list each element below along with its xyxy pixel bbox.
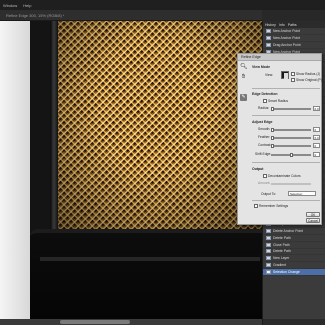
status-bar <box>0 319 262 325</box>
history-item-label: Delete Anchor Point <box>273 228 303 233</box>
microphone-rim <box>50 21 58 241</box>
microphone-base <box>30 229 262 319</box>
zoom-tool-icon[interactable]: 🔍︎ <box>240 64 248 71</box>
history-item-label: Selection Change <box>273 270 300 275</box>
history-state-icon <box>266 235 271 240</box>
history-item-label: Delete Path <box>273 235 291 240</box>
history-state-icon <box>266 28 271 33</box>
history-item[interactable]: Gradient <box>263 262 325 270</box>
divider <box>252 115 320 116</box>
info-tab[interactable]: Info <box>279 23 285 27</box>
decontaminate-label: Decontaminate Colors <box>268 174 301 178</box>
decontaminate-checkbox[interactable] <box>263 174 267 178</box>
document-tab[interactable]: Refine Edge 300, 15% (RGB/8) * <box>0 10 262 21</box>
divider <box>252 200 320 201</box>
history-item[interactable]: New Anchor Point <box>263 28 325 35</box>
dialog-tools: 🔍︎ ✋︎ <box>240 64 249 84</box>
shift-edge-value[interactable]: 0 <box>313 152 320 157</box>
show-radius-checkbox[interactable] <box>291 72 295 76</box>
history-item[interactable]: Drag Anchor Point <box>263 42 325 49</box>
dialog-title: Refine Edge <box>238 54 321 61</box>
ok-button[interactable]: OK <box>306 212 320 217</box>
feather-label: Feather: <box>258 135 271 139</box>
output-heading: Output <box>252 167 264 171</box>
smooth-slider-knob[interactable] <box>271 128 274 132</box>
history-item[interactable]: Selection Change <box>263 269 325 277</box>
feather-slider[interactable] <box>271 137 311 139</box>
shift-edge-slider-knob[interactable] <box>290 153 293 157</box>
feather-value[interactable]: 0.0 <box>313 135 320 140</box>
smooth-value[interactable]: 0 <box>313 127 320 132</box>
history-item-label: New Anchor Point <box>273 35 300 40</box>
smart-radius-checkbox[interactable] <box>263 99 267 103</box>
document-canvas[interactable] <box>0 21 262 319</box>
view-label: View: <box>265 73 274 77</box>
history-state-icon <box>266 242 271 247</box>
contrast-slider-knob[interactable] <box>271 144 274 148</box>
smooth-slider[interactable] <box>271 129 311 131</box>
history-item-label: New Anchor Point <box>273 28 300 33</box>
menu-bar: Window Help <box>0 0 325 10</box>
radius-slider-knob[interactable] <box>271 107 274 111</box>
output-to-select[interactable]: Selection <box>288 191 316 196</box>
amount-slider <box>271 183 311 185</box>
shift-edge-label: Shift Edge: <box>255 152 272 156</box>
feather-slider-knob[interactable] <box>271 136 274 140</box>
history-item-label: New Layer <box>273 256 290 261</box>
output-to-label: Output To: <box>261 192 277 196</box>
amount-label: Amount: <box>258 181 271 185</box>
history-state-icon <box>266 35 271 40</box>
history-item[interactable]: Close Path <box>263 242 325 249</box>
history-state-icon <box>266 256 271 261</box>
microphone-seam <box>40 257 260 261</box>
history-item[interactable]: Delete Path <box>263 249 325 256</box>
history-item-label: Gradient <box>273 263 287 268</box>
history-state-icon <box>266 249 271 254</box>
history-item[interactable]: Delete Path <box>263 235 325 242</box>
smooth-label: Smooth: <box>258 127 271 131</box>
history-state-icon <box>266 42 271 47</box>
view-mode-heading: View Mode <box>252 65 271 69</box>
document-tab-title: Refine Edge 300, 15% (RGB/8) * <box>6 12 65 18</box>
divider <box>252 162 320 163</box>
history-item-label: Close Path <box>273 242 290 247</box>
view-mode-picker[interactable] <box>281 71 289 79</box>
show-original-label: Show Original (P) <box>296 78 322 82</box>
history-item[interactable]: New Anchor Point <box>263 35 325 42</box>
radius-slider[interactable] <box>271 108 311 110</box>
history-item-label: Drag Anchor Point <box>273 42 301 47</box>
divider <box>252 88 320 89</box>
show-radius-label: Show Radius (J) <box>296 72 321 76</box>
microphone-grille <box>52 21 262 236</box>
history-item[interactable]: New Layer <box>263 255 325 263</box>
history-panel-header: History Info Paths <box>263 21 325 28</box>
adjust-edge-heading: Adjust Edge <box>252 120 273 124</box>
refine-radius-tool-icon[interactable]: ✎ <box>240 94 247 101</box>
menu-help[interactable]: Help <box>23 3 31 8</box>
remember-settings-label: Remember Settings <box>259 204 289 208</box>
menu-window[interactable]: Window <box>3 3 17 8</box>
history-item-label: Delete Path <box>273 249 291 254</box>
hand-tool-icon[interactable]: ✋︎ <box>240 74 247 81</box>
cancel-button[interactable]: Cancel <box>306 218 320 223</box>
contrast-label: Contrast: <box>258 143 272 147</box>
show-original-checkbox[interactable] <box>291 78 295 82</box>
history-panel-footer <box>263 319 325 325</box>
paths-tab[interactable]: Paths <box>288 23 297 27</box>
history-state-icon <box>266 228 271 233</box>
history-item[interactable]: Delete Anchor Point <box>263 228 325 235</box>
contrast-value[interactable]: 0 <box>313 143 320 148</box>
edge-detection-heading: Edge Detection <box>252 92 278 96</box>
contrast-slider[interactable] <box>271 145 311 147</box>
background-edge <box>0 21 30 319</box>
refine-edge-dialog: Refine Edge 🔍︎ ✋︎ View Mode View: Show R… <box>237 53 322 225</box>
history-tab[interactable]: History <box>265 23 276 27</box>
smart-radius-label: Smart Radius <box>268 99 288 103</box>
radius-value[interactable]: 0.0 <box>313 106 320 111</box>
horizontal-scrollbar[interactable] <box>60 320 130 324</box>
radius-label: Radius: <box>258 106 270 110</box>
history-state-icon <box>266 270 271 275</box>
remember-settings-checkbox[interactable] <box>254 204 258 208</box>
history-state-icon <box>266 263 271 268</box>
